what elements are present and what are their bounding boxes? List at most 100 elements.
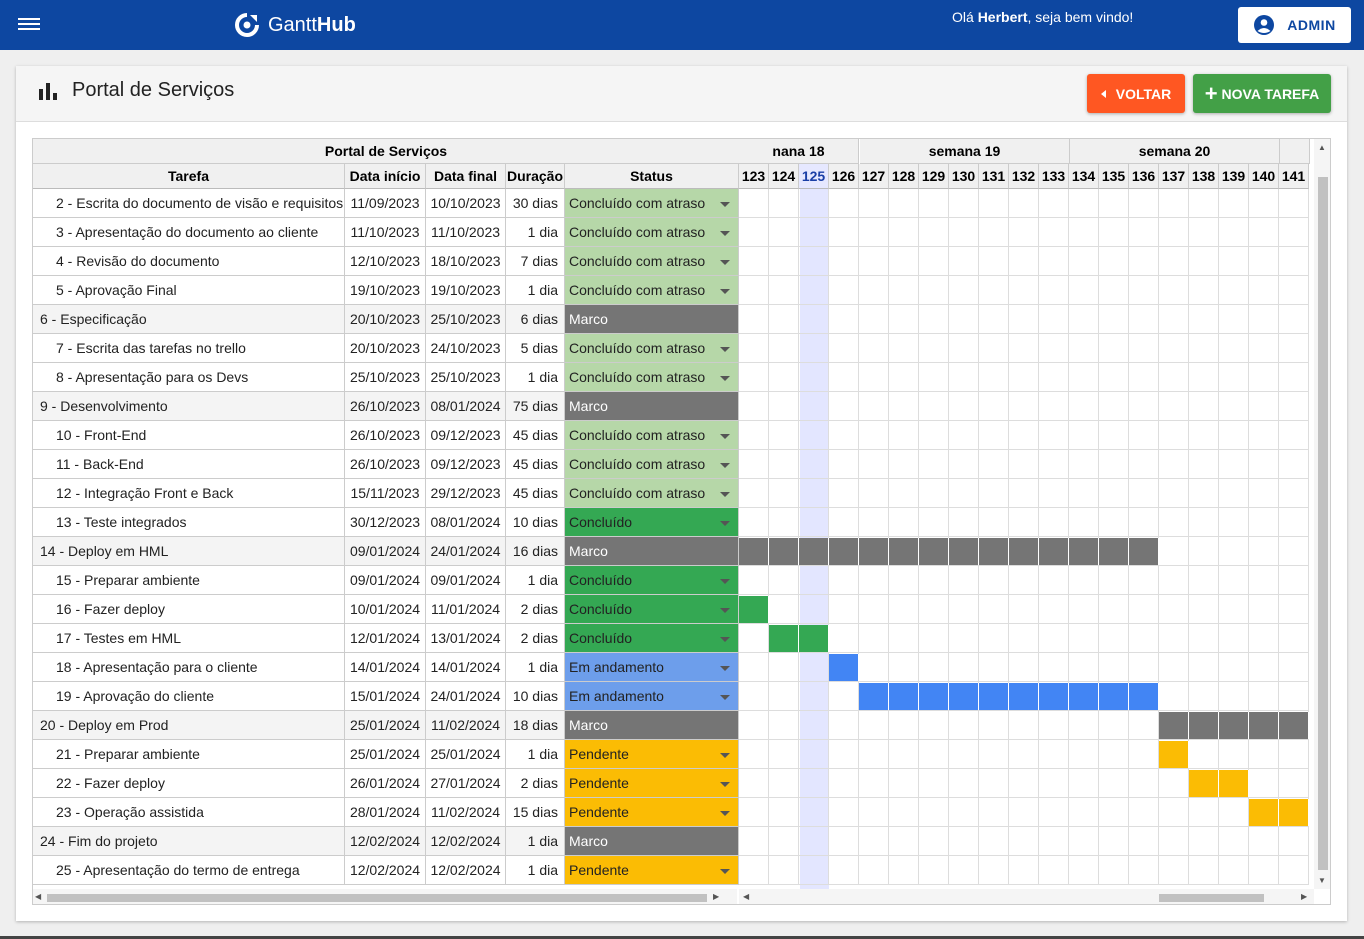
- timeline-cell[interactable]: [919, 363, 949, 392]
- timeline-cell[interactable]: [739, 856, 769, 885]
- new-task-button[interactable]: + NOVA TAREFA: [1193, 74, 1331, 113]
- timeline-cell[interactable]: [979, 189, 1009, 218]
- timeline-cell[interactable]: [1279, 392, 1309, 421]
- timeline-cell[interactable]: [859, 392, 889, 421]
- timeline-cell[interactable]: [1279, 595, 1309, 624]
- timeline-scroll-thumb[interactable]: [1159, 894, 1264, 902]
- scroll-left-icon[interactable]: ◀: [35, 892, 41, 901]
- timeline-cell[interactable]: [1189, 682, 1219, 711]
- timeline-cell[interactable]: [1219, 508, 1249, 537]
- timeline-cell[interactable]: [1129, 856, 1159, 885]
- timeline-cell[interactable]: [979, 711, 1009, 740]
- end-date-cell[interactable]: 12/02/2024: [426, 856, 506, 885]
- dropdown-arrow-icon[interactable]: [720, 579, 730, 584]
- end-date-cell[interactable]: 08/01/2024: [426, 392, 506, 421]
- dropdown-arrow-icon[interactable]: [720, 637, 730, 642]
- task-name-cell[interactable]: 18 - Apresentação para o cliente: [33, 653, 345, 682]
- status-select[interactable]: Pendente: [565, 769, 739, 798]
- timeline-cell[interactable]: [799, 334, 829, 363]
- timeline-cell[interactable]: [979, 305, 1009, 334]
- duration-cell[interactable]: 2 dias: [506, 769, 565, 798]
- timeline-cell[interactable]: [1069, 276, 1099, 305]
- gantt-bar-segment[interactable]: [979, 683, 1009, 710]
- end-date-cell[interactable]: 25/01/2024: [426, 740, 506, 769]
- timeline-cell[interactable]: [1099, 392, 1129, 421]
- timeline-cell[interactable]: [1099, 769, 1129, 798]
- duration-cell[interactable]: 45 dias: [506, 421, 565, 450]
- timeline-cell[interactable]: [1279, 305, 1309, 334]
- timeline-cell[interactable]: [1069, 711, 1099, 740]
- timeline-cell[interactable]: [1159, 305, 1189, 334]
- timeline-cell[interactable]: [1219, 595, 1249, 624]
- duration-cell[interactable]: 18 dias: [506, 711, 565, 740]
- timeline-cell[interactable]: [799, 479, 829, 508]
- timeline-cell[interactable]: [829, 305, 859, 334]
- timeline-cell[interactable]: [1249, 769, 1279, 798]
- gantt-bar-segment[interactable]: [1249, 799, 1279, 826]
- dropdown-arrow-icon[interactable]: [720, 782, 730, 787]
- gantt-bar-segment[interactable]: [1219, 770, 1249, 797]
- timeline-cell[interactable]: [1099, 421, 1129, 450]
- timeline-cell[interactable]: [799, 392, 829, 421]
- timeline-cell[interactable]: [979, 479, 1009, 508]
- start-date-cell[interactable]: 11/10/2023: [345, 218, 426, 247]
- timeline-cell[interactable]: [1219, 653, 1249, 682]
- admin-button[interactable]: ADMIN: [1238, 7, 1351, 43]
- duration-cell[interactable]: 2 dias: [506, 624, 565, 653]
- end-date-cell[interactable]: 13/01/2024: [426, 624, 506, 653]
- timeline-cell[interactable]: [1009, 711, 1039, 740]
- timeline-cell[interactable]: [889, 421, 919, 450]
- timeline-cell[interactable]: [829, 566, 859, 595]
- start-date-cell[interactable]: 14/01/2024: [345, 653, 426, 682]
- gantt-bar-segment[interactable]: [919, 683, 949, 710]
- timeline-cell[interactable]: [919, 189, 949, 218]
- timeline-cell[interactable]: [1249, 624, 1279, 653]
- task-row[interactable]: 9 - Desenvolvimento 26/10/2023 08/01/2024 7…: [33, 392, 739, 421]
- timeline-cell[interactable]: [859, 363, 889, 392]
- task-row[interactable]: 4 - Revisão do documento 12/10/2023 18/10/…: [33, 247, 739, 276]
- timeline-cell[interactable]: [1129, 363, 1159, 392]
- timeline-cell[interactable]: [1099, 305, 1129, 334]
- timeline-cell[interactable]: [1189, 537, 1219, 566]
- task-name-cell[interactable]: 24 - Fim do projeto: [33, 827, 345, 856]
- timeline-cell[interactable]: [769, 363, 799, 392]
- timeline-cell[interactable]: [1009, 624, 1039, 653]
- timeline-cell[interactable]: [1069, 595, 1099, 624]
- gantt-bar-segment[interactable]: [949, 538, 979, 565]
- timeline-cell[interactable]: [1039, 247, 1069, 276]
- timeline-cell[interactable]: [739, 682, 769, 711]
- timeline-cell[interactable]: [1279, 450, 1309, 479]
- timeline-cell[interactable]: [1219, 537, 1249, 566]
- status-select[interactable]: Concluído com atraso: [565, 450, 739, 479]
- timeline-cell[interactable]: [1249, 479, 1279, 508]
- timeline-cell[interactable]: [949, 595, 979, 624]
- gantt-bar-segment[interactable]: [799, 538, 829, 565]
- timeline-cell[interactable]: [949, 450, 979, 479]
- start-date-cell[interactable]: 09/01/2024: [345, 537, 426, 566]
- scroll-down-icon[interactable]: ▼: [1318, 876, 1326, 885]
- timeline-cell[interactable]: [889, 334, 919, 363]
- duration-cell[interactable]: 1 dia: [506, 740, 565, 769]
- timeline-cell[interactable]: [1069, 740, 1099, 769]
- timeline-cell[interactable]: [1159, 769, 1189, 798]
- timeline-cell[interactable]: [979, 769, 1009, 798]
- timeline-cell[interactable]: [799, 827, 829, 856]
- gantt-bar-segment[interactable]: [949, 683, 979, 710]
- end-date-cell[interactable]: 09/12/2023: [426, 450, 506, 479]
- timeline-cell[interactable]: [1129, 276, 1159, 305]
- end-date-cell[interactable]: 19/10/2023: [426, 276, 506, 305]
- duration-cell[interactable]: 1 dia: [506, 653, 565, 682]
- timeline-cell[interactable]: [1249, 595, 1279, 624]
- gantt-bar-segment[interactable]: [1039, 538, 1069, 565]
- timeline-cell[interactable]: [1039, 421, 1069, 450]
- menu-icon[interactable]: [18, 15, 40, 35]
- timeline-cell[interactable]: [1219, 218, 1249, 247]
- timeline-cell[interactable]: [1009, 566, 1039, 595]
- timeline-cell[interactable]: [1069, 247, 1099, 276]
- timeline-cell[interactable]: [1069, 189, 1099, 218]
- duration-cell[interactable]: 75 dias: [506, 392, 565, 421]
- timeline-cell[interactable]: [799, 189, 829, 218]
- timeline-cell[interactable]: [949, 508, 979, 537]
- timeline-cell[interactable]: [1069, 218, 1099, 247]
- timeline-cell[interactable]: [1099, 624, 1129, 653]
